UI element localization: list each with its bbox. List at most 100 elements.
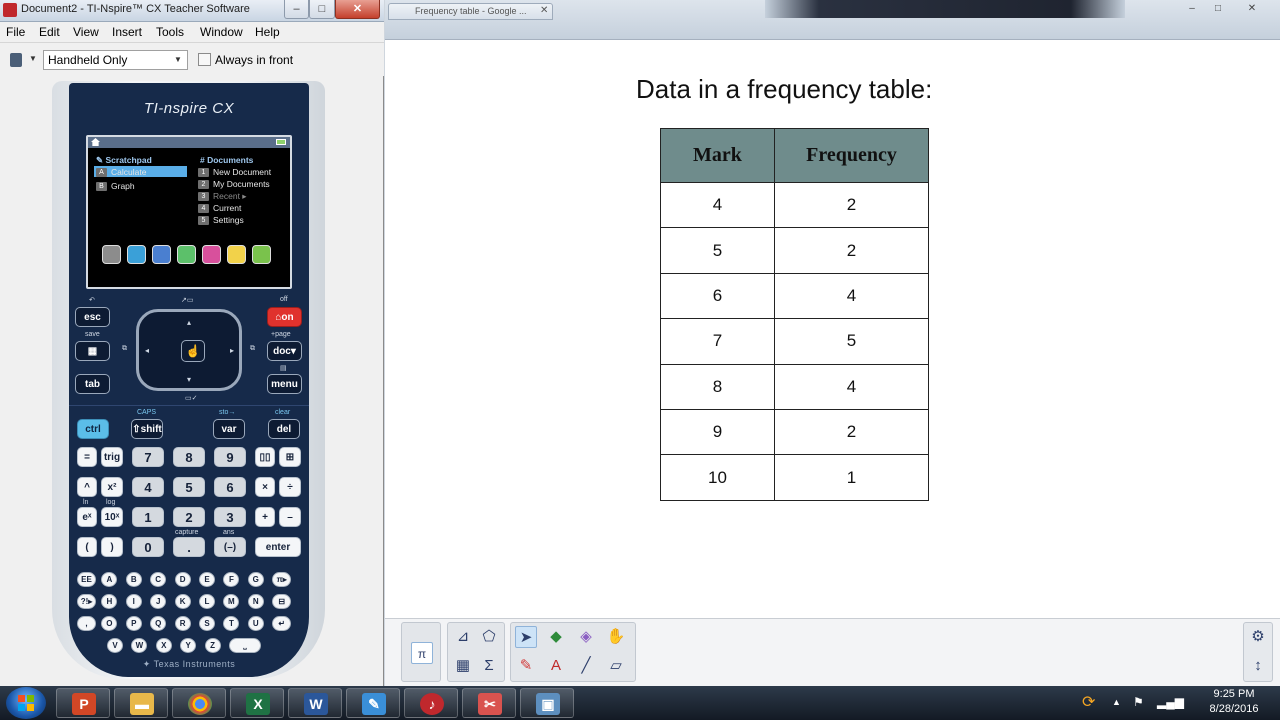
graph-icon[interactable]: ⊿ [452, 626, 474, 648]
app-tile-icon[interactable] [102, 245, 121, 264]
plus-key[interactable]: + [255, 507, 275, 527]
menu-window[interactable]: Window [200, 25, 243, 39]
close-button[interactable]: ✕ [335, 0, 380, 19]
left-paren-key[interactable]: ( [77, 537, 97, 557]
alpha-key[interactable]: H [101, 594, 118, 609]
always-in-front-checkbox[interactable] [198, 53, 211, 66]
alpha-key[interactable]: J [150, 594, 167, 609]
menu-edit[interactable]: Edit [39, 25, 60, 39]
chevron-down-icon[interactable]: ▼ [174, 55, 182, 64]
alpha-key[interactable]: Q [150, 616, 167, 631]
key-8[interactable]: 8 [173, 447, 205, 467]
alpha-key[interactable]: π▸ [272, 572, 292, 587]
taskbar-word[interactable]: W [288, 688, 342, 718]
alpha-key[interactable]: D [174, 572, 191, 587]
update-icon[interactable]: ⟳ [1082, 692, 1095, 712]
taskbar-explorer[interactable]: ▬ [114, 688, 168, 718]
key-9[interactable]: 9 [214, 447, 246, 467]
screen-item-calculate[interactable]: A Calculate [96, 167, 146, 178]
chevron-down-icon[interactable]: ▼ [29, 54, 37, 63]
key-2[interactable]: 2 [173, 507, 205, 527]
key-5[interactable]: 5 [173, 477, 205, 497]
screen-item-current[interactable]: 4 Current [198, 203, 241, 214]
alpha-key[interactable]: G [247, 572, 264, 587]
alpha-key[interactable]: S [199, 616, 215, 631]
app-tile-icon[interactable] [127, 245, 146, 264]
doc-restore-button[interactable]: □ [1207, 2, 1229, 16]
resize-vertical-icon[interactable]: ↕ [1247, 655, 1269, 677]
on-key[interactable]: ⌂on [267, 307, 302, 327]
alpha-key[interactable]: B [125, 572, 142, 587]
app-tile-icon[interactable] [227, 245, 246, 264]
click-center-icon[interactable]: ☝ [181, 340, 205, 362]
doc-minimize-button[interactable]: – [1181, 2, 1203, 16]
ten-power-key[interactable]: 10ˣ [101, 507, 123, 527]
table-icon[interactable]: ▦ [452, 655, 474, 677]
decimal-key[interactable]: . [173, 537, 205, 557]
start-button[interactable] [6, 687, 46, 719]
doc-close-button[interactable]: ✕ [1241, 2, 1263, 16]
alpha-key[interactable]: E [199, 572, 215, 587]
alpha-key[interactable]: P [125, 616, 142, 631]
alpha-key[interactable]: W [131, 638, 148, 653]
app-tile-icon[interactable] [202, 245, 221, 264]
times-key[interactable]: × [255, 477, 275, 497]
taskbar-notes[interactable]: ✎ [346, 688, 400, 718]
equals-key[interactable]: = [77, 447, 97, 467]
key-4[interactable]: 4 [132, 477, 164, 497]
view-select[interactable]: Handheld Only [43, 50, 188, 70]
var-key[interactable]: var [213, 419, 245, 439]
app-tile-icon[interactable] [152, 245, 171, 264]
eraser-icon[interactable]: ◈ [575, 626, 597, 648]
alpha-key[interactable]: T [223, 616, 240, 631]
alpha-key[interactable]: ?!▸ [77, 594, 96, 609]
alpha-key[interactable]: F [223, 572, 240, 587]
navigation-touchpad[interactable]: ▴ ▾ ◂ ▸ ☝ [136, 309, 242, 391]
del-key[interactable]: del [268, 419, 300, 439]
app-tile-icon[interactable] [252, 245, 271, 264]
line-icon[interactable]: ╱ [575, 655, 597, 677]
sigma-icon[interactable]: Σ [478, 655, 500, 677]
alpha-key[interactable]: M [223, 594, 240, 609]
screen-item-my-documents[interactable]: 2 My Documents [198, 179, 270, 190]
alpha-key[interactable]: I [125, 594, 142, 609]
menu-key[interactable]: menu [267, 374, 302, 394]
pi-icon[interactable]: π [411, 642, 433, 664]
app-tile-icon[interactable] [177, 245, 196, 264]
ctrl-key[interactable]: ctrl [77, 419, 109, 439]
enter-key[interactable]: enter [255, 537, 301, 557]
alpha-key[interactable]: R [174, 616, 191, 631]
hand-icon[interactable]: ✋ [605, 626, 627, 648]
minimize-button[interactable]: – [284, 0, 309, 19]
alpha-key[interactable]: O [101, 616, 118, 631]
taskbar-app[interactable]: ▣ [520, 688, 574, 718]
caret-key[interactable]: ^ [77, 477, 97, 497]
text-icon[interactable]: A [545, 655, 567, 677]
alpha-key[interactable]: EE [77, 572, 96, 587]
pens-icon[interactable]: ✎ [515, 655, 537, 677]
taskbar-ti-nspire[interactable]: ♪ [404, 688, 458, 718]
alpha-key[interactable]: C [150, 572, 167, 587]
key-7[interactable]: 7 [132, 447, 164, 467]
menu-help[interactable]: Help [255, 25, 280, 39]
trig-key[interactable]: trig [101, 447, 123, 467]
volume-icon[interactable]: 🔈︎ [1180, 695, 1187, 710]
screen-item-settings[interactable]: 5 Settings [198, 215, 244, 226]
alpha-key[interactable]: ↵ [272, 616, 292, 631]
fill-icon[interactable]: ◆ [545, 626, 567, 648]
template-key[interactable]: ▯▯ [255, 447, 275, 467]
ti-title-bar[interactable]: Document2 - TI-Nspire™ CX Teacher Softwa… [0, 0, 384, 22]
key-6[interactable]: 6 [214, 477, 246, 497]
alpha-key[interactable]: U [247, 616, 264, 631]
screen-item-graph[interactable]: B Graph [96, 181, 135, 192]
alpha-key[interactable]: V [107, 638, 123, 653]
menu-file[interactable]: File [6, 25, 25, 39]
key-1[interactable]: 1 [132, 507, 164, 527]
taskbar-powerpoint[interactable]: P [56, 688, 110, 718]
document-title-bar[interactable]: Frequency table - Google ... ✕ – □ ✕ [385, 0, 1280, 40]
shift-key[interactable]: ⇧shift [131, 419, 163, 439]
maximize-button[interactable]: □ [309, 0, 335, 19]
menu-tools[interactable]: Tools [156, 25, 184, 39]
scratchpad-key[interactable]: ▦ [75, 341, 110, 361]
clock-time[interactable]: 9:25 PM [1196, 688, 1272, 700]
